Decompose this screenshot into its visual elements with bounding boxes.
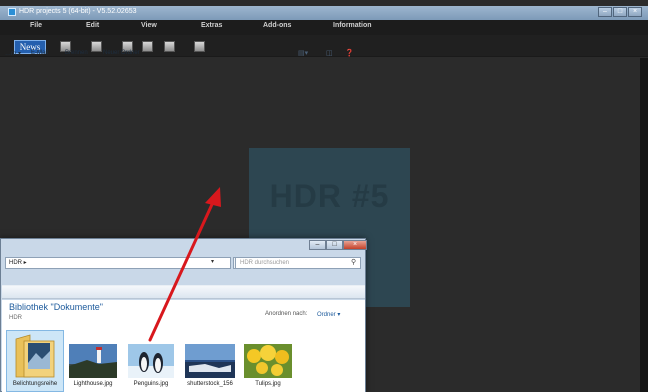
drag-hint-arrow xyxy=(148,187,221,342)
